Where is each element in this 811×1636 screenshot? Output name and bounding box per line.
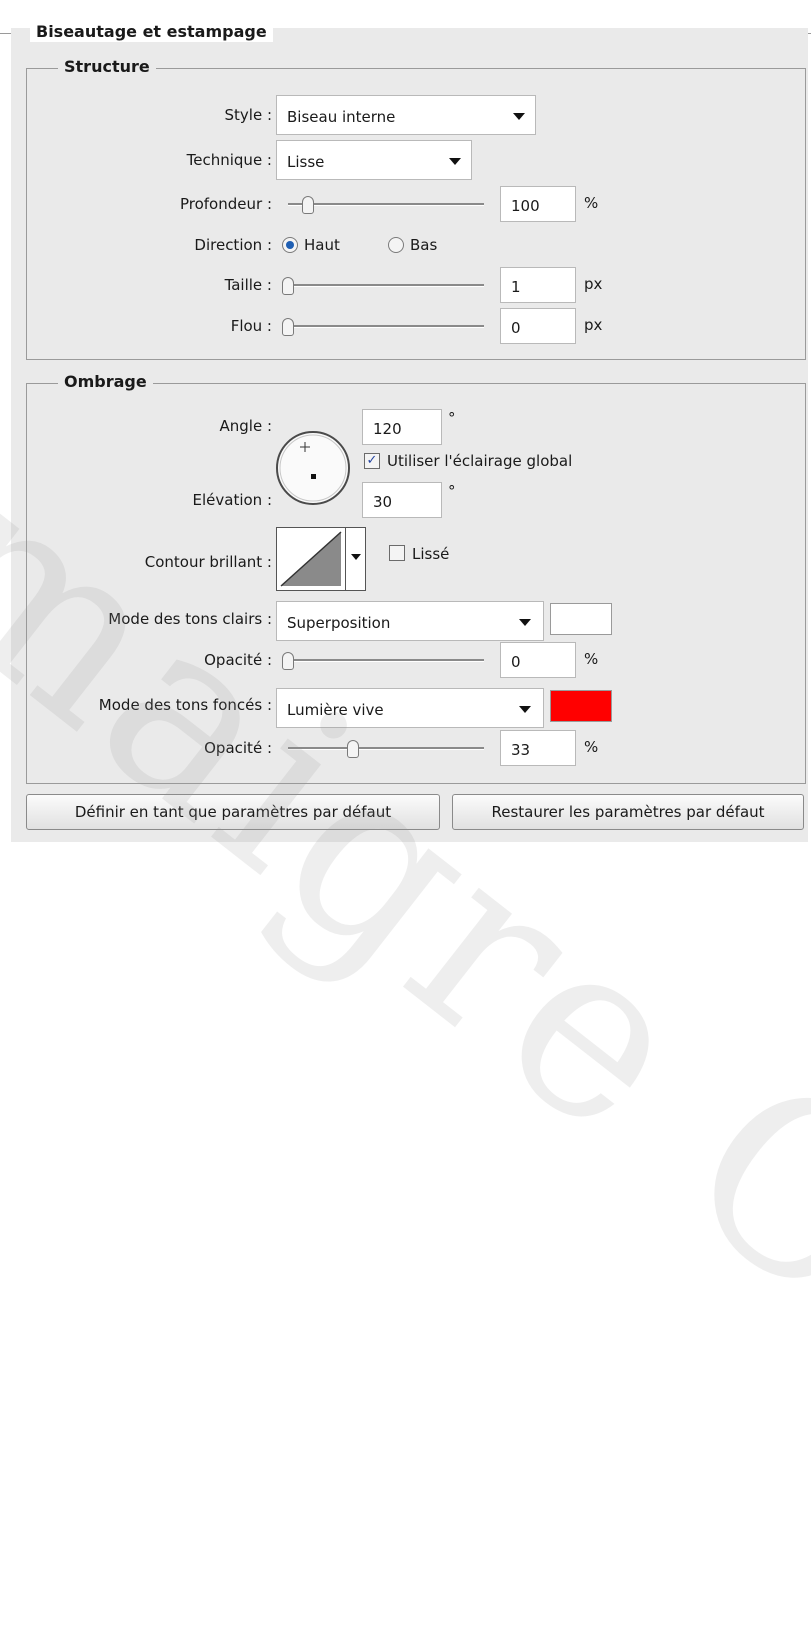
size-value: 1 — [511, 278, 521, 296]
technique-value: Lisse — [287, 153, 325, 171]
section-title-shading: Ombrage — [58, 372, 153, 392]
style-value: Biseau interne — [287, 108, 396, 126]
altitude-input[interactable]: 30 — [362, 482, 442, 518]
highlight-opacity-slider-track[interactable] — [288, 659, 484, 662]
size-slider-track[interactable] — [288, 284, 484, 287]
highlight-opacity-input[interactable]: 0 — [500, 642, 576, 678]
shadow-opacity-label: Opacité : — [204, 739, 272, 757]
size-label: Taille : — [224, 276, 272, 294]
shadow-mode-dropdown[interactable]: Lumière vive — [276, 688, 544, 728]
size-slider-thumb[interactable] — [282, 277, 294, 295]
depth-input[interactable]: 100 — [500, 186, 576, 222]
angle-value: 120 — [373, 420, 402, 438]
chevron-down-icon — [519, 706, 531, 713]
section-title-structure: Structure — [58, 57, 156, 77]
shadow-opacity-value: 33 — [511, 741, 531, 759]
shadow-opacity-slider-track[interactable] — [288, 747, 484, 750]
set-default-button[interactable]: Définir en tant que paramètres par défau… — [26, 794, 440, 830]
soften-slider-thumb[interactable] — [282, 318, 294, 336]
soften-input[interactable]: 0 — [500, 308, 576, 344]
depth-label: Profondeur : — [179, 195, 272, 213]
direction-label: Direction : — [194, 236, 272, 254]
soften-unit: px — [584, 316, 603, 334]
shadow-mode-value: Lumière vive — [287, 701, 384, 719]
depth-unit: % — [584, 194, 599, 212]
contour-dropdown-divider — [345, 528, 346, 590]
highlight-opacity-label: Opacité : — [204, 651, 272, 669]
antialias-label: Lissé — [412, 545, 450, 563]
chevron-down-icon — [351, 554, 361, 560]
contour-preview-icon — [280, 531, 342, 587]
direction-up-label: Haut — [304, 236, 340, 254]
shadow-color-swatch[interactable] — [550, 690, 612, 722]
soften-value: 0 — [511, 319, 521, 337]
size-unit: px — [584, 275, 603, 293]
style-dropdown[interactable]: Biseau interne — [276, 95, 536, 135]
shadow-mode-label: Mode des tons foncés : — [98, 696, 272, 714]
direction-down-label: Bas — [410, 236, 438, 254]
shadow-opacity-input[interactable]: 33 — [500, 730, 576, 766]
angle-label: Angle : — [219, 417, 272, 435]
angle-input[interactable]: 120 — [362, 409, 442, 445]
highlight-opacity-value: 0 — [511, 653, 521, 671]
highlight-mode-label: Mode des tons clairs : — [108, 610, 272, 628]
soften-label: Flou : — [230, 317, 272, 335]
angle-degree: ° — [448, 409, 456, 427]
shadow-opacity-unit: % — [584, 738, 599, 756]
shadow-opacity-slider-thumb[interactable] — [346, 740, 359, 758]
highlight-opacity-slider-thumb[interactable] — [282, 652, 294, 670]
depth-slider-track[interactable] — [288, 203, 484, 206]
antialias-checkbox[interactable] — [389, 545, 405, 561]
technique-dropdown[interactable]: Lisse — [276, 140, 472, 180]
direction-down-radio[interactable] — [388, 237, 404, 253]
soften-slider-track[interactable] — [288, 325, 484, 328]
size-input[interactable]: 1 — [500, 267, 576, 303]
global-light-label: Utiliser l'éclairage global — [387, 452, 573, 470]
altitude-value: 30 — [373, 493, 393, 511]
chevron-down-icon — [519, 619, 531, 626]
section-title-bevel-emboss: Biseautage et estampage — [30, 22, 273, 42]
highlight-opacity-unit: % — [584, 650, 599, 668]
direction-up-radio[interactable] — [282, 237, 298, 253]
gloss-contour-label: Contour brillant : — [144, 553, 272, 571]
depth-value: 100 — [511, 197, 540, 215]
reset-default-button[interactable]: Restaurer les paramètres par défaut — [452, 794, 804, 830]
highlight-color-swatch[interactable] — [550, 603, 612, 635]
altitude-label: Elévation : — [192, 491, 273, 509]
gloss-contour-picker[interactable] — [276, 527, 366, 591]
highlight-mode-dropdown[interactable]: Superposition — [276, 601, 544, 641]
highlight-mode-value: Superposition — [287, 614, 391, 632]
technique-label: Technique : — [186, 151, 272, 169]
global-light-checkbox[interactable]: ✓ — [364, 453, 380, 469]
chevron-down-icon — [513, 113, 525, 120]
chevron-down-icon — [449, 158, 461, 165]
altitude-degree: ° — [448, 482, 456, 500]
angle-dial-icon[interactable] — [273, 428, 353, 508]
depth-slider-thumb[interactable] — [301, 196, 314, 214]
style-label: Style : — [224, 106, 273, 124]
